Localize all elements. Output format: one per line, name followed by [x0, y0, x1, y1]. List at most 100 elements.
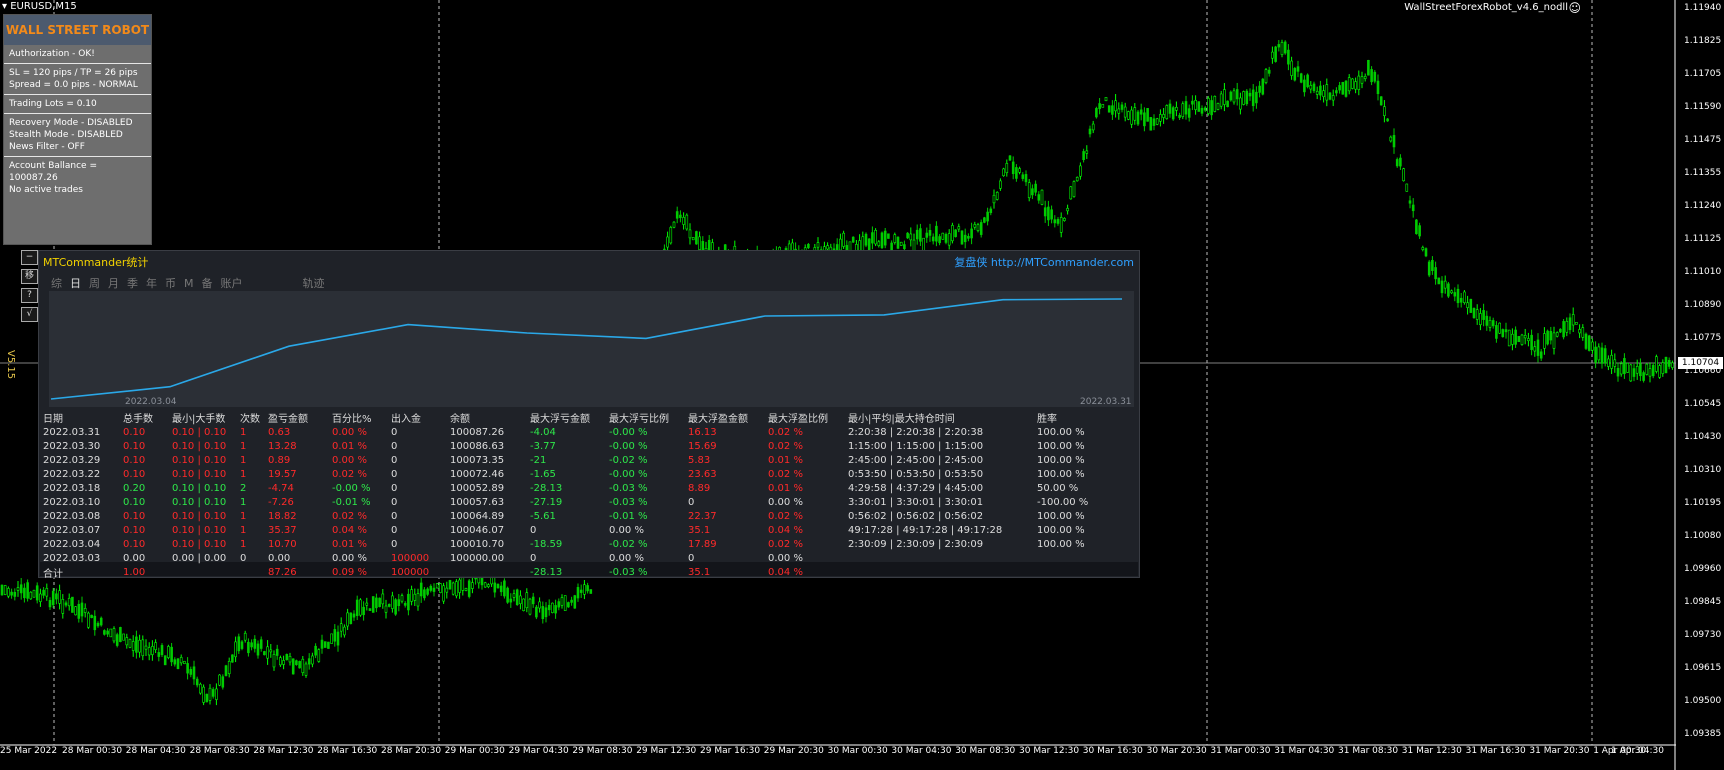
- table-cell: 0.10: [123, 510, 146, 522]
- time-tick: 28 Mar 20:30: [381, 746, 442, 756]
- table-cell: 22.37: [688, 510, 717, 522]
- table-cell: 0.10 | 0.10: [172, 524, 227, 536]
- price-axis[interactable]: 1.11940 1.11825 1.11705 1.11590 1.11475 1.113…: [1676, 0, 1724, 770]
- table-cell: -0.03 %: [609, 496, 648, 508]
- table-cell: 2022.03.08: [43, 510, 101, 522]
- time-tick: 31 Mar 04:30: [1274, 746, 1335, 756]
- price-tick: 1.09500: [1684, 696, 1722, 706]
- table-cell: 100.00 %: [1037, 454, 1085, 466]
- table-cell: 总手数: [123, 413, 153, 425]
- stats-table: 日期 总手数 最小|大手数 次数 盈亏金额 百分比% 出入金 余额 最大浮亏金额 最大浮亏比例 最大…: [43, 409, 1097, 581]
- mtc-tab[interactable]: 币: [165, 277, 176, 290]
- help-button[interactable]: ?: [21, 288, 38, 303]
- table-cell: 最大浮亏金额: [530, 413, 590, 425]
- table-cell: 0.00 %: [609, 524, 644, 536]
- time-tick: 29 Mar 16:30: [700, 746, 761, 756]
- mtc-tab[interactable]: 月: [108, 277, 119, 290]
- table-cell: 0.89: [268, 454, 291, 466]
- version-label: V5.15: [5, 350, 16, 380]
- minimize-button[interactable]: −: [21, 250, 38, 265]
- table-cell: 1: [240, 468, 247, 480]
- robot-section: Authorization - OK!: [4, 45, 151, 64]
- time-tick: 29 Mar 04:30: [508, 746, 569, 756]
- table-cell: 100.00 %: [1037, 426, 1085, 438]
- robot-line: Spread = 0.0 pips - NORMAL: [9, 80, 138, 90]
- mtc-tab[interactable]: 周: [89, 277, 100, 290]
- table-cell: 2022.03.31: [43, 426, 101, 438]
- table-row: 2022.03.31 0.10 0.10 | 0.10 1 0.63 0.00 % 0 100…: [43, 425, 1097, 439]
- table-cell: 8.89: [688, 482, 711, 494]
- time-tick: 31 Mar 00:30: [1210, 746, 1271, 756]
- table-cell: 100087.26: [450, 426, 505, 438]
- price-tick: 1.09845: [1684, 597, 1722, 607]
- table-cell: 35.1: [688, 524, 711, 536]
- table-cell: 100057.63: [450, 496, 505, 508]
- table-cell: 0.00 %: [609, 552, 644, 564]
- table-cell: 0.10 | 0.10: [172, 468, 227, 480]
- robot-title: WALL STREET ROBOT: [4, 15, 151, 45]
- mtc-tab[interactable]: 综: [51, 277, 62, 290]
- mtc-site-link[interactable]: 复盘侠 http://MTCommander.com: [954, 254, 1134, 270]
- mtc-tab[interactable]: 备: [202, 277, 213, 290]
- time-tick: 31 Mar 12:30: [1401, 746, 1462, 756]
- table-cell: 0: [391, 468, 398, 480]
- table-cell: -21: [530, 454, 547, 466]
- table-cell: 0.02 %: [768, 468, 803, 480]
- mtc-tab[interactable]: M: [184, 277, 194, 290]
- table-cell: 0.00: [268, 552, 291, 564]
- price-tick: 1.10890: [1684, 300, 1722, 310]
- table-cell: 100.00 %: [1037, 510, 1085, 522]
- table-cell: 100.00 %: [1037, 440, 1085, 452]
- price-tick: 1.09730: [1684, 630, 1722, 640]
- table-cell: 2022.03.04: [43, 538, 101, 550]
- table-cell: -4.74: [268, 482, 294, 494]
- table-cell: 1: [240, 454, 247, 466]
- table-cell: 1: [240, 524, 247, 536]
- table-cell: 2022.03.29: [43, 454, 101, 466]
- move-button[interactable]: 移: [21, 269, 38, 284]
- table-cell: 100000: [391, 567, 430, 578]
- table-cell: 0.10 | 0.10: [172, 454, 227, 466]
- table-cell: 0.02 %: [768, 426, 803, 438]
- table-cell: 49:17:28 | 49:17:28 | 49:17:28: [848, 524, 1003, 536]
- mtc-title: MTCommander统计: [43, 256, 149, 269]
- ea-status-icon[interactable]: ☺: [1568, 1, 1581, 15]
- price-tick: 1.10195: [1684, 498, 1722, 508]
- price-tick: 1.09385: [1684, 729, 1722, 739]
- table-cell: 0.10: [123, 538, 146, 550]
- table-cell: 100046.07: [450, 524, 505, 536]
- table-cell: 最大浮盈比例: [768, 413, 828, 425]
- graph-start-date: 2022.03.04: [125, 397, 177, 407]
- table-cell: [1037, 565, 1097, 580]
- time-tick: 28 Mar 04:30: [125, 746, 186, 756]
- table-cell: 0: [530, 524, 537, 536]
- mtc-tab[interactable]: 轨迹: [303, 277, 325, 290]
- table-cell: 合计: [43, 569, 63, 580]
- time-tick: 29 Mar 08:30: [572, 746, 633, 756]
- check-button[interactable]: √: [21, 307, 38, 322]
- table-cell: 0.10 | 0.10: [172, 538, 227, 550]
- table-cell: -0.00 %: [609, 426, 648, 438]
- table-cell: 100073.35: [450, 454, 505, 466]
- table-cell: 0.10 | 0.10: [172, 440, 227, 452]
- table-cell: 0: [391, 496, 398, 508]
- price-tick: 1.11825: [1684, 36, 1722, 46]
- table-cell: 0: [391, 440, 398, 452]
- table-row: 2022.03.10 0.10 0.10 | 0.10 1 -7.26 -0.01 % 0 1…: [43, 495, 1097, 509]
- mtc-tab[interactable]: 年: [146, 277, 157, 290]
- table-cell: 2:30:09 | 2:30:09 | 2:30:09: [848, 538, 984, 550]
- mtc-tab[interactable]: 账户: [221, 277, 243, 290]
- mtc-tab[interactable]: 日: [70, 277, 81, 290]
- table-cell: 0.10: [123, 454, 146, 466]
- price-tick: 1.11590: [1684, 102, 1722, 112]
- table-cell: 23.63: [688, 468, 717, 480]
- table-cell: 16.13: [688, 426, 717, 438]
- robot-line: News Filter - OFF: [9, 142, 85, 152]
- table-cell: 4:29:58 | 4:37:29 | 4:45:00: [848, 482, 984, 494]
- table-row: 2022.03.29 0.10 0.10 | 0.10 1 0.89 0.00 % 0 100…: [43, 453, 1097, 467]
- robot-line: Recovery Mode - DISABLED: [9, 118, 133, 128]
- mtc-tab[interactable]: 季: [127, 277, 138, 290]
- table-cell: 0.02 %: [332, 468, 367, 480]
- robot-line: SL = 120 pips / TP = 26 pips: [9, 68, 138, 78]
- time-tick: 30 Mar 16:30: [1082, 746, 1143, 756]
